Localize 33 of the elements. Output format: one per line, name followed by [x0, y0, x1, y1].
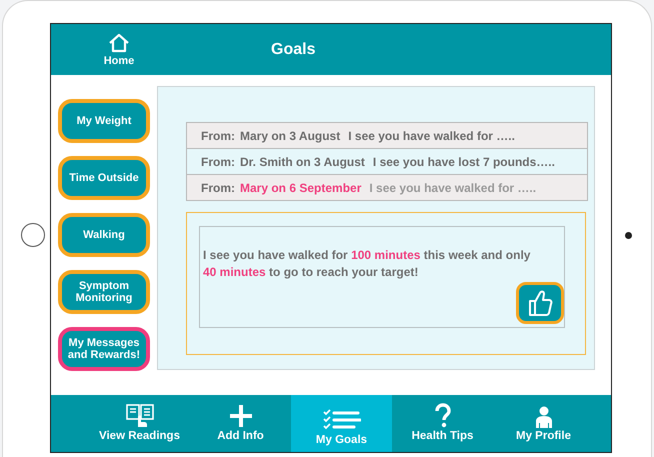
- message-sender: Mary on 3 August: [240, 128, 340, 142]
- nav-tab[interactable]: My Goals: [291, 395, 392, 452]
- add-icon: [228, 404, 254, 428]
- message-sender: Mary on 6 September: [240, 180, 362, 194]
- nav-tab[interactable]: My Profile: [493, 395, 594, 452]
- message-prefix: From:: [201, 154, 235, 168]
- question-mark-icon: [434, 403, 452, 428]
- home-icon: [108, 32, 130, 52]
- message-preview: I see you have walked for …..: [348, 128, 515, 142]
- message-text: I see you have walked for 100 minutes this week and only 40 minutes to go to reach your target!: [203, 247, 532, 281]
- message-preview: I see you have lost 7 pounds…..: [372, 154, 555, 168]
- checklist-icon: [322, 408, 360, 432]
- message-sender: Dr. Smith on 3 August: [240, 154, 365, 168]
- message-prefix: From:: [201, 128, 235, 142]
- message-row[interactable]: From: Mary on 6 September I see you have walked for …..: [187, 175, 587, 200]
- thumbs-up-icon: [527, 289, 553, 317]
- thumbs-up-button[interactable]: [516, 282, 564, 324]
- sidebar-button[interactable]: Time Outside: [58, 156, 150, 200]
- sidebar-button[interactable]: My Messages and Rewards!: [58, 327, 150, 371]
- nav-tab[interactable]: Health Tips: [392, 395, 493, 452]
- message-preview: I see you have walked for …..: [369, 180, 536, 194]
- camera-dot: [625, 232, 632, 239]
- sidebar-button[interactable]: My Weight: [58, 99, 150, 143]
- screen-title: Goals: [271, 40, 316, 58]
- message-prefix: From:: [201, 180, 235, 194]
- sidebar-button[interactable]: Walking: [58, 213, 150, 257]
- home-button[interactable]: Home: [89, 32, 149, 66]
- nav-tab[interactable]: Add Info: [190, 395, 291, 452]
- person-icon: [534, 406, 554, 428]
- message-row[interactable]: From: Mary on 3 August I see you have walked for …..: [187, 123, 587, 149]
- nav-tab[interactable]: View Readings: [89, 395, 190, 452]
- book-hand-icon: [124, 403, 154, 428]
- sidebar-button[interactable]: Symptom Monitoring: [58, 270, 150, 314]
